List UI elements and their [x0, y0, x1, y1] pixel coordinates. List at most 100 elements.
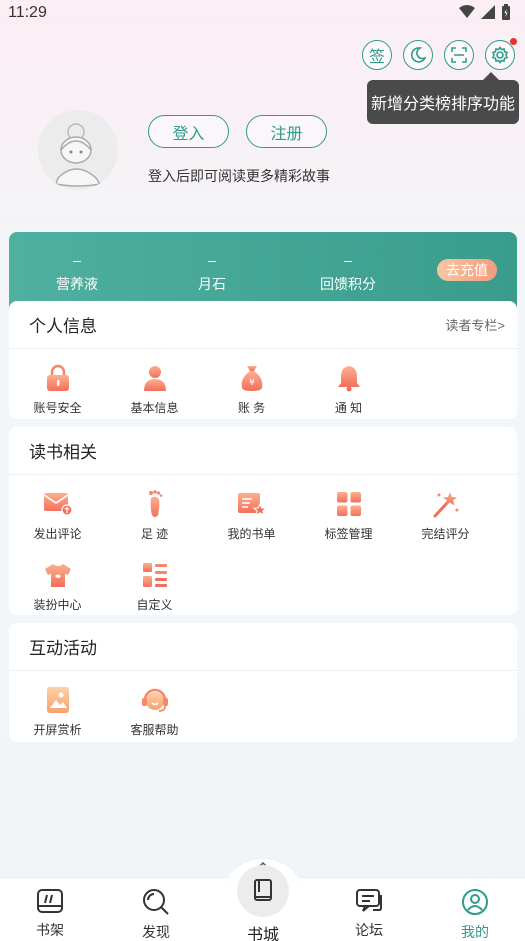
- footprint-icon: [140, 489, 170, 519]
- user-icon: [140, 363, 170, 393]
- comment-mail-icon: [43, 489, 73, 519]
- search-icon: [143, 889, 169, 915]
- wifi-icon: [459, 5, 475, 18]
- section-title: 个人信息: [29, 317, 97, 336]
- notification-item[interactable]: 通 知: [300, 359, 397, 430]
- reader-column-link[interactable]: 读者专栏>: [445, 315, 505, 334]
- picture-icon: [43, 685, 73, 715]
- custom-list-icon: [140, 560, 170, 590]
- stat-value: –: [344, 252, 352, 268]
- activity-section: 互动活动 开屏赏析 客服帮助: [9, 623, 517, 742]
- status-bar: 11:29: [0, 0, 525, 28]
- scan-button[interactable]: [444, 40, 474, 70]
- stat-nutrient[interactable]: – 营养液: [27, 252, 127, 294]
- gear-icon: [491, 46, 509, 64]
- personal-grid: 账号安全 基本信息 ¥ 账 务 通 知: [9, 349, 517, 430]
- signal-icon: [481, 5, 495, 19]
- item-label: 完结评分: [421, 527, 470, 541]
- moon-icon: [410, 47, 426, 63]
- nav-bookstore-label[interactable]: 书城: [240, 921, 286, 941]
- stat-points[interactable]: – 回馈积分: [298, 252, 398, 294]
- svg-text:¥: ¥: [249, 378, 255, 388]
- item-label: 发出评论: [33, 527, 82, 541]
- stat-label: 月石: [198, 276, 226, 292]
- completed-rating-item[interactable]: 完结评分: [397, 485, 494, 556]
- my-booklist-item[interactable]: 我的书单: [203, 485, 300, 556]
- item-label: 开屏赏析: [33, 723, 82, 737]
- money-bag-icon: ¥: [237, 363, 267, 393]
- item-label: 标签管理: [324, 527, 373, 541]
- nav-label: 发现: [142, 924, 170, 940]
- splash-gallery-item[interactable]: 开屏赏析: [9, 681, 106, 752]
- feature-tooltip: 新增分类榜排序功能: [367, 72, 519, 124]
- section-header: 个人信息 读者专栏>: [9, 301, 517, 349]
- tags-grid-icon: [334, 489, 364, 519]
- section-title: 读书相关: [29, 443, 97, 462]
- book-icon: [254, 879, 272, 901]
- item-label: 通 知: [334, 401, 363, 415]
- item-label: 我的书单: [227, 527, 276, 541]
- item-label: 基本信息: [130, 401, 179, 415]
- login-button[interactable]: 登入: [148, 115, 229, 148]
- nav-forum[interactable]: 论坛: [339, 888, 399, 940]
- sign-label: 签: [368, 49, 385, 66]
- customize-item[interactable]: 自定义: [106, 556, 203, 627]
- item-label: 账号安全: [33, 401, 82, 415]
- status-icons: [459, 4, 511, 20]
- tag-management-item[interactable]: 标签管理: [300, 485, 397, 556]
- magic-wand-icon: [431, 489, 461, 519]
- scan-icon: [451, 47, 467, 63]
- bell-icon: [334, 363, 364, 393]
- forum-icon: [356, 889, 382, 912]
- dressup-center-item[interactable]: 装扮中心: [9, 556, 106, 627]
- basic-info-item[interactable]: 基本信息: [106, 359, 203, 430]
- night-mode-button[interactable]: [403, 40, 433, 70]
- login-hint: 登入后即可阅读更多精彩故事: [148, 168, 330, 184]
- nav-bookstore-button[interactable]: [237, 865, 289, 917]
- account-security-item[interactable]: 账号安全: [9, 359, 106, 430]
- customer-service-item[interactable]: 客服帮助: [106, 681, 203, 752]
- section-header: 互动活动: [9, 623, 517, 671]
- sign-in-daily-button[interactable]: 签: [362, 40, 392, 70]
- nav-label: 论坛: [355, 922, 383, 938]
- notification-dot: [510, 38, 517, 45]
- stat-value: –: [208, 252, 216, 268]
- item-label: 客服帮助: [130, 723, 179, 737]
- register-button[interactable]: 注册: [246, 115, 327, 148]
- status-time: 11:29: [8, 4, 47, 21]
- nav-label: 我的: [461, 924, 489, 940]
- lock-icon: [43, 363, 73, 393]
- headset-icon: [140, 685, 170, 715]
- item-label: 装扮中心: [33, 598, 82, 612]
- stat-moonstone[interactable]: – 月石: [162, 252, 262, 294]
- activity-grid: 开屏赏析 客服帮助: [9, 671, 517, 752]
- avatar[interactable]: [38, 110, 118, 190]
- stat-label: 营养液: [56, 276, 98, 292]
- item-label: 自定义: [136, 598, 173, 612]
- reading-section: 读书相关 发出评论 足 迹 我的书单 标签管理 完结评分 装扮中心 自定义: [9, 427, 517, 615]
- profile-icon: [462, 889, 488, 915]
- nav-label: 书架: [36, 922, 64, 938]
- item-label: 账 务: [237, 401, 266, 415]
- battery-icon: [502, 4, 510, 20]
- booklist-icon: [237, 489, 267, 519]
- top-actions: 签: [362, 38, 517, 70]
- section-title: 互动活动: [29, 639, 97, 658]
- footprint-item[interactable]: 足 迹: [106, 485, 203, 556]
- avatar-girl-icon: [38, 110, 118, 190]
- nav-mine[interactable]: 我的: [445, 888, 505, 941]
- personal-info-section: 个人信息 读者专栏> 账号安全 基本信息 ¥ 账 务 通 知: [9, 301, 517, 419]
- shirt-icon: [43, 560, 73, 590]
- recharge-button[interactable]: 去充值: [437, 259, 497, 281]
- stat-label: 回馈积分: [320, 276, 376, 292]
- bookshelf-icon: [37, 889, 63, 913]
- reading-grid: 发出评论 足 迹 我的书单 标签管理 完结评分 装扮中心 自定义: [9, 475, 517, 627]
- billing-item[interactable]: ¥ 账 务: [203, 359, 300, 430]
- item-label: 足 迹: [140, 527, 169, 541]
- stat-value: –: [73, 252, 81, 268]
- sent-comments-item[interactable]: 发出评论: [9, 485, 106, 556]
- nav-discover[interactable]: 发现: [126, 888, 186, 941]
- settings-button[interactable]: [485, 38, 517, 70]
- nav-bookshelf[interactable]: 书架: [20, 888, 80, 940]
- section-header: 读书相关: [9, 427, 517, 475]
